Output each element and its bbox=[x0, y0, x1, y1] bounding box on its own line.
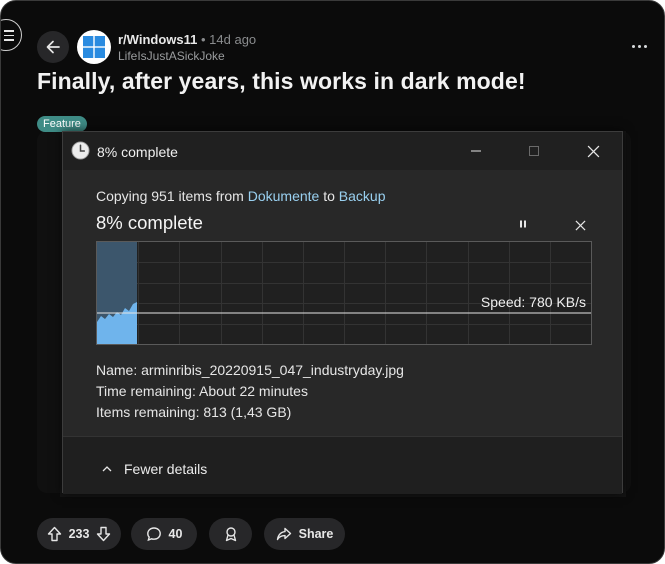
close-button[interactable] bbox=[573, 138, 613, 164]
meta-separator: • bbox=[200, 32, 206, 47]
time-remaining: About 22 minutes bbox=[198, 383, 308, 399]
downvote-icon[interactable] bbox=[96, 526, 111, 542]
share-button[interactable]: Share bbox=[264, 518, 345, 550]
transfer-speed-graph: Speed: 780 KB/s bbox=[96, 241, 592, 345]
close-icon bbox=[574, 219, 586, 231]
vote-bar: 233 bbox=[37, 518, 121, 550]
speed-label: Speed: 780 KB/s bbox=[480, 294, 586, 310]
dialog-titlebar: 8% complete bbox=[63, 132, 622, 170]
copying-to: to bbox=[323, 188, 335, 204]
close-icon bbox=[587, 145, 599, 157]
percent-complete: 8% complete bbox=[96, 212, 203, 233]
upvote-icon[interactable] bbox=[47, 526, 62, 542]
copying-summary: Copying 951 items from Dokumente to Back… bbox=[96, 188, 386, 204]
graph-canvas bbox=[97, 242, 591, 344]
author-name[interactable]: LifeIsJustASickJoke bbox=[118, 49, 225, 63]
fewer-details-toggle[interactable]: Fewer details bbox=[102, 461, 207, 477]
items-label: Items remaining: bbox=[96, 404, 200, 420]
flair-badge[interactable]: Feature bbox=[37, 116, 87, 132]
subreddit-name[interactable]: r/Windows11 bbox=[118, 32, 197, 47]
share-label: Share bbox=[298, 527, 334, 541]
cancel-copy-button[interactable] bbox=[571, 216, 589, 234]
comments-button[interactable]: 40 bbox=[131, 518, 197, 550]
post-meta: r/Windows11 • 14d ago bbox=[118, 32, 256, 47]
dialog-footer: Fewer details bbox=[63, 436, 622, 494]
back-button[interactable] bbox=[37, 31, 69, 63]
chevron-up-icon bbox=[102, 466, 112, 472]
maximize-icon bbox=[529, 146, 539, 156]
file-name-row: Name: arminribis_20220915_047_industryda… bbox=[96, 362, 404, 378]
reddit-post-view: r/Windows11 • 14d ago LifeIsJustASickJok… bbox=[0, 0, 665, 564]
comment-icon bbox=[146, 527, 161, 542]
pause-button[interactable] bbox=[515, 216, 531, 232]
subreddit-avatar[interactable] bbox=[77, 30, 111, 64]
award-icon bbox=[225, 527, 236, 542]
window-title: 8% complete bbox=[97, 144, 178, 160]
share-icon bbox=[276, 527, 291, 541]
copying-prefix: Copying 951 items from bbox=[96, 188, 244, 204]
items-remaining: 813 (1,43 GB) bbox=[203, 404, 292, 420]
dialog-content: Copying 951 items from Dokumente to Back… bbox=[63, 170, 622, 436]
items-remaining-row: Items remaining: 813 (1,43 GB) bbox=[96, 404, 291, 420]
source-folder-link[interactable]: Dokumente bbox=[248, 188, 320, 204]
fewer-details-label: Fewer details bbox=[124, 461, 208, 477]
more-options-icon[interactable] bbox=[632, 45, 647, 48]
copy-dialog: 8% complete Copying 951 items from Dokum… bbox=[62, 131, 623, 494]
file-name: arminribis_20220915_047_industryday.jpg bbox=[141, 362, 404, 378]
clock-icon bbox=[71, 141, 90, 160]
minimize-icon bbox=[471, 150, 481, 152]
comment-count: 40 bbox=[168, 527, 183, 541]
destination-folder-link[interactable]: Backup bbox=[339, 188, 386, 204]
time-remaining-row: Time remaining: About 22 minutes bbox=[96, 383, 308, 399]
post-title: Finally, after years, this works in dark… bbox=[37, 68, 526, 94]
time-label: Time remaining: bbox=[96, 383, 196, 399]
maximize-button bbox=[514, 138, 554, 164]
vote-count: 233 bbox=[68, 527, 90, 541]
award-button[interactable] bbox=[209, 518, 252, 550]
menu-icon[interactable] bbox=[1, 19, 22, 51]
minimize-button[interactable] bbox=[456, 138, 496, 164]
windows-logo-icon bbox=[83, 36, 105, 58]
post-age: 14d ago bbox=[209, 32, 257, 47]
name-label: Name: bbox=[96, 362, 138, 378]
graph-grid bbox=[97, 242, 591, 344]
arrow-left-icon bbox=[46, 40, 60, 54]
pause-icon bbox=[520, 220, 526, 228]
